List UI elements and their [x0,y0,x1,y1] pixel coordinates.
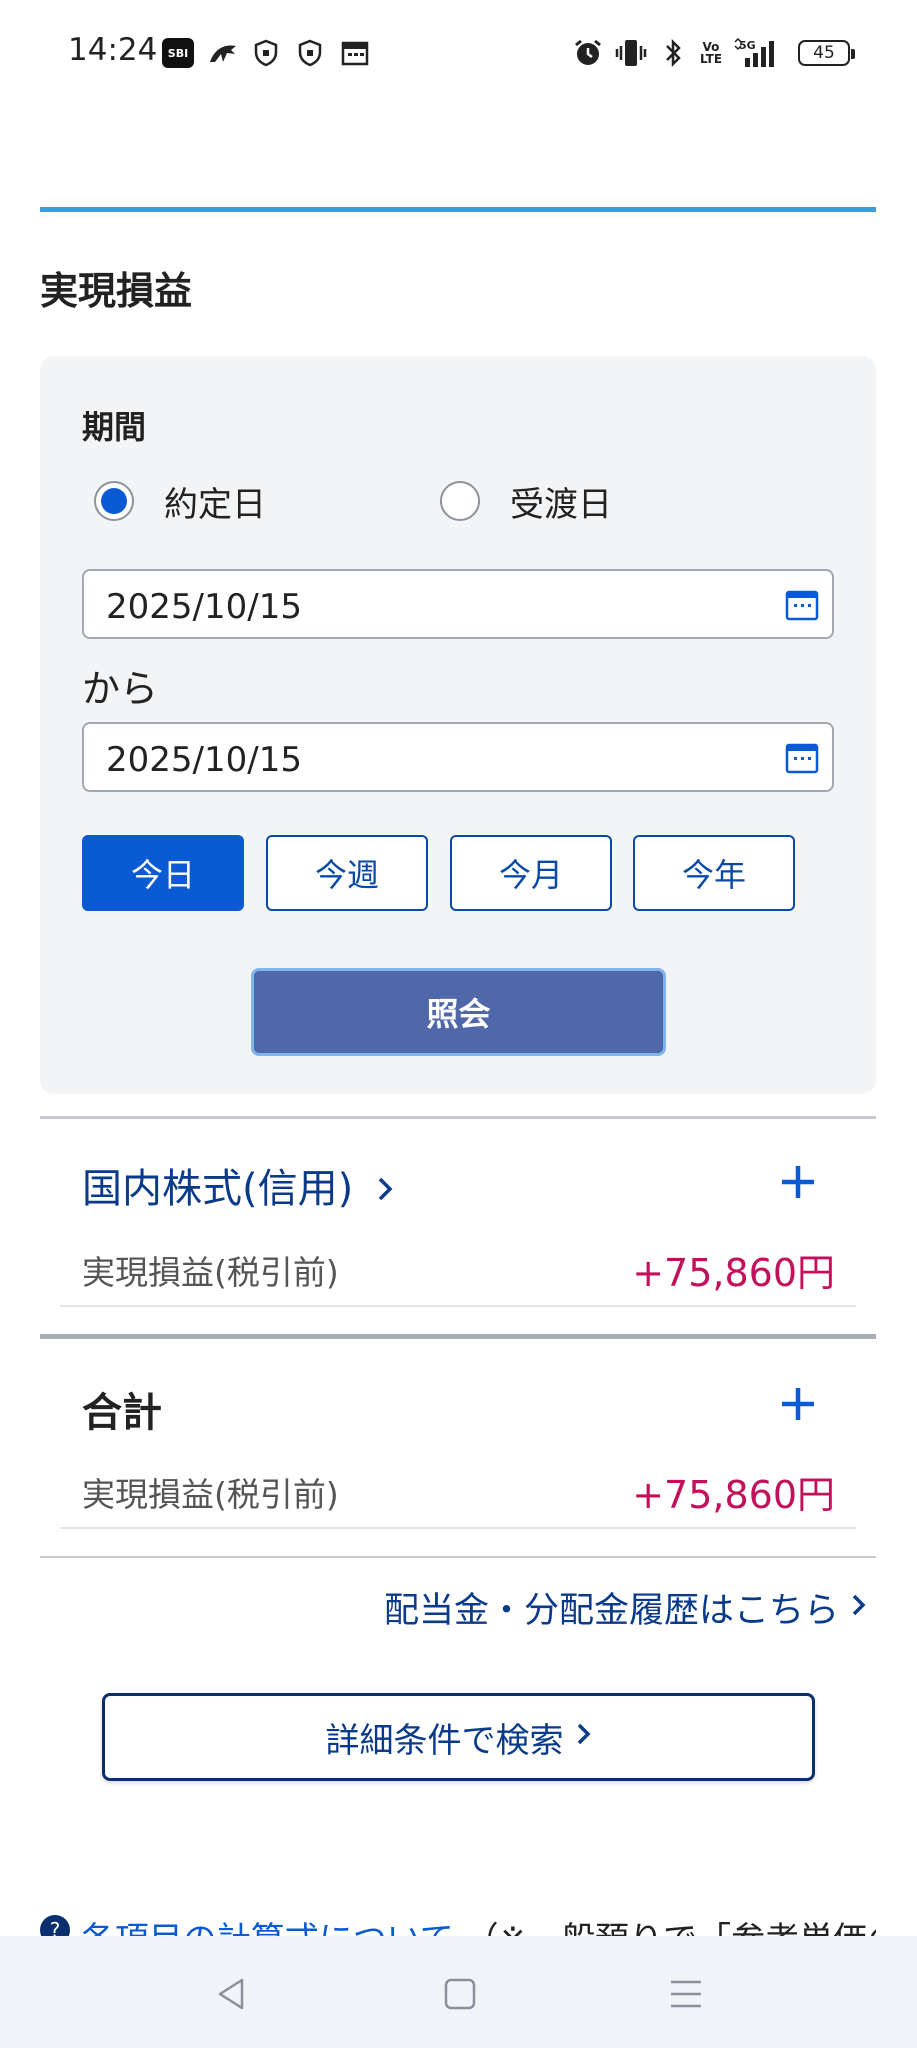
battery-icon: 45 [798,40,855,66]
home-icon[interactable] [440,1974,480,2014]
total-pl-value: +75,860円 [632,1473,835,1517]
svg-text:5G: 5G [739,39,756,52]
status-time: 14:24 [68,32,158,68]
shield-icon [296,38,324,68]
help-question-icon: ? [40,1915,70,1936]
chevron-right-icon [576,1717,592,1757]
quick-today-button[interactable]: 今日 [82,835,244,911]
5g-signal-icon: 5G [732,38,788,68]
radio-trade-date[interactable]: 約定日 [94,478,266,525]
shield-icon [252,38,280,68]
realized-pl-label: 実現損益(税引前) [82,1253,339,1292]
chevron-right-icon [851,1588,867,1628]
detail-search-label: 詳細条件で検索 [325,1720,564,1761]
chevron-right-icon [376,1168,394,1214]
detail-search-button[interactable]: 詳細条件で検索 [102,1693,815,1781]
calendar-notification-icon [340,38,370,68]
dividend-history-link[interactable]: 配当金・分配金履歴はこちら [384,1582,867,1633]
expand-plus-icon[interactable] [776,1160,820,1204]
radio-label: 受渡日 [510,484,612,525]
quick-month-button[interactable]: 今月 [450,835,612,911]
section-title: 国内株式(信用) [82,1166,354,1212]
calendar-icon[interactable] [784,587,820,623]
alarm-icon [572,38,604,68]
inquiry-button[interactable]: 照会 [251,968,666,1056]
section-total-title: 合計 [82,1390,162,1436]
section-divider [40,1334,876,1339]
date-to-value: 2025/10/15 [106,740,302,780]
status-bar: 14:24 SBI Vo LTE 5G 45 [0,0,917,108]
calendar-icon[interactable] [784,740,820,776]
dividend-history-label: 配当金・分配金履歴はこちら [383,1591,839,1631]
expand-plus-icon[interactable] [776,1382,820,1426]
row-divider [60,1527,856,1529]
back-icon[interactable] [212,1974,252,2014]
realized-pl-value: +75,860円 [632,1251,835,1295]
bluetooth-icon [660,38,686,68]
total-pl-label: 実現損益(税引前) [82,1475,339,1514]
date-from-field[interactable]: 2025/10/15 [82,569,834,639]
period-label: 期間 [82,408,147,446]
help-note: （※一般預りで「参考単価の [465,1920,876,1936]
menu-icon[interactable] [666,1974,706,2014]
section-divider [40,1556,876,1558]
date-to-field[interactable]: 2025/10/15 [82,722,834,792]
row-divider [60,1305,856,1307]
app-icon [206,38,240,68]
top-accent-line [40,207,876,212]
date-from-value: 2025/10/15 [106,587,302,627]
quick-year-button[interactable]: 今年 [633,835,795,911]
quick-week-button[interactable]: 今週 [266,835,428,911]
range-separator: から [82,667,159,711]
system-nav-bar [0,1936,917,2048]
radio-settlement-date[interactable]: 受渡日 [440,478,612,525]
volte-icon: Vo LTE [699,40,723,66]
section-divider [40,1116,876,1119]
radio-unchecked-indicator [440,481,480,521]
sbi-app-icon: SBI [162,38,194,68]
page-title: 実現損益 [40,269,193,313]
help-row: ? 各項目の計算式について （※一般預りで「参考単価の [40,1912,876,1936]
vibrate-icon [614,38,648,68]
radio-checked-indicator [94,481,134,521]
section-domestic-margin-link[interactable]: 国内株式(信用) [82,1156,394,1214]
radio-label: 約定日 [164,484,266,525]
calculation-formula-link[interactable]: 各項目の計算式について [81,1920,454,1936]
